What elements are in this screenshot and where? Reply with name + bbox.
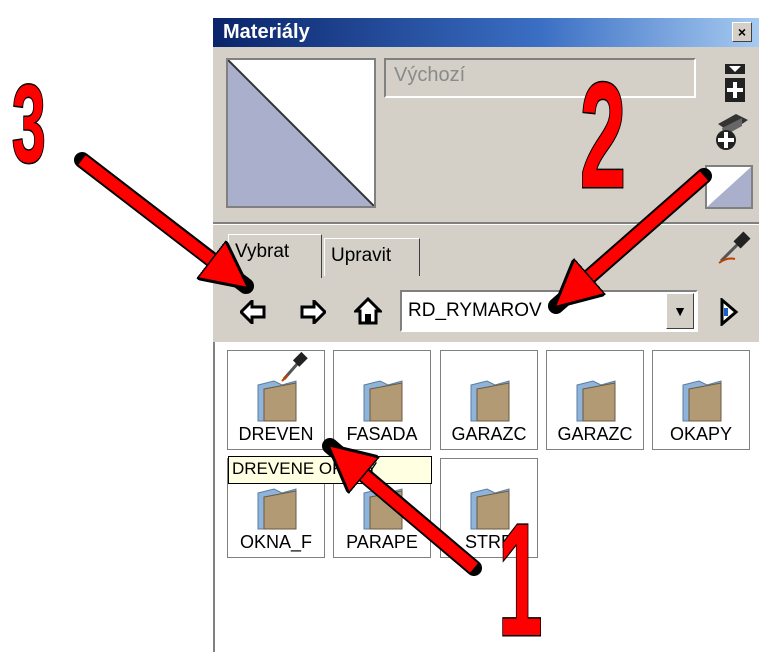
sample-paint-button[interactable] xyxy=(716,230,752,266)
details-button[interactable] xyxy=(714,296,744,328)
add-to-model-icon xyxy=(716,114,748,150)
tile-label: PARAPE xyxy=(346,532,418,552)
tab-label: Vybrat xyxy=(235,241,290,262)
material-tile[interactable]: FASADA xyxy=(333,350,431,450)
tile-label: GARAZC xyxy=(451,424,527,444)
title-bar[interactable]: Materiály xyxy=(213,18,759,47)
forward-arrow-icon xyxy=(300,300,326,324)
create-material-button[interactable] xyxy=(722,64,748,104)
material-name-field[interactable]: Výchozí xyxy=(384,58,696,98)
sample-paint-cursor-icon xyxy=(281,351,308,382)
create-material-icon xyxy=(725,64,745,102)
material-tile[interactable]: GARAZC xyxy=(440,350,538,450)
folder-icon xyxy=(363,488,403,530)
annotation-number-3: 3 xyxy=(11,63,46,186)
details-arrow-icon xyxy=(720,298,739,326)
back-arrow-icon xyxy=(240,300,266,324)
display-secondary-swatch[interactable] xyxy=(705,165,753,209)
tile-tooltip: DREVENE OKAPY xyxy=(228,456,432,484)
window-title: Materiály xyxy=(223,21,310,43)
forward-button[interactable] xyxy=(296,296,330,328)
sample-paint-icon xyxy=(718,231,751,264)
tile-label: OKNA_F xyxy=(239,532,313,552)
material-preview xyxy=(226,58,376,208)
material-tile[interactable]: GARAZC xyxy=(546,350,644,450)
dropdown-arrow-icon: ▼ xyxy=(673,303,687,319)
folder-icon xyxy=(682,380,722,422)
library-dropdown[interactable]: RD_RYMAROV xyxy=(400,290,698,332)
library-selected-value: RD_RYMAROV xyxy=(408,300,542,321)
material-tile[interactable]: DREVEN xyxy=(227,350,325,450)
add-to-model-button[interactable] xyxy=(712,110,752,154)
home-icon xyxy=(354,297,382,325)
folder-icon xyxy=(363,380,403,422)
close-icon: × xyxy=(737,24,747,40)
tile-label: FASADA xyxy=(346,424,418,444)
secondary-swatch-graphic xyxy=(707,167,751,207)
home-button[interactable] xyxy=(350,294,386,328)
material-tile[interactable]: OKAPY xyxy=(652,350,750,450)
folder-icon xyxy=(470,380,510,422)
material-swatch-graphic xyxy=(227,59,375,207)
back-button[interactable] xyxy=(236,296,270,328)
divider xyxy=(213,222,759,225)
tile-label: OKAPY xyxy=(669,424,733,444)
tile-label: DREVEN xyxy=(238,424,314,444)
annotation-number-2: 2 xyxy=(579,51,627,219)
folder-icon xyxy=(576,380,616,422)
annotation-number-1: 1 xyxy=(497,490,543,669)
tab-upravit[interactable]: Upravit xyxy=(324,238,420,276)
folder-icon xyxy=(257,488,297,530)
close-button[interactable]: × xyxy=(732,22,752,42)
tab-label: Upravit xyxy=(331,245,392,266)
library-dropdown-button[interactable]: ▼ xyxy=(666,293,694,329)
tab-vybrat[interactable]: Vybrat xyxy=(228,234,322,278)
tile-label: GARAZC xyxy=(557,424,633,444)
